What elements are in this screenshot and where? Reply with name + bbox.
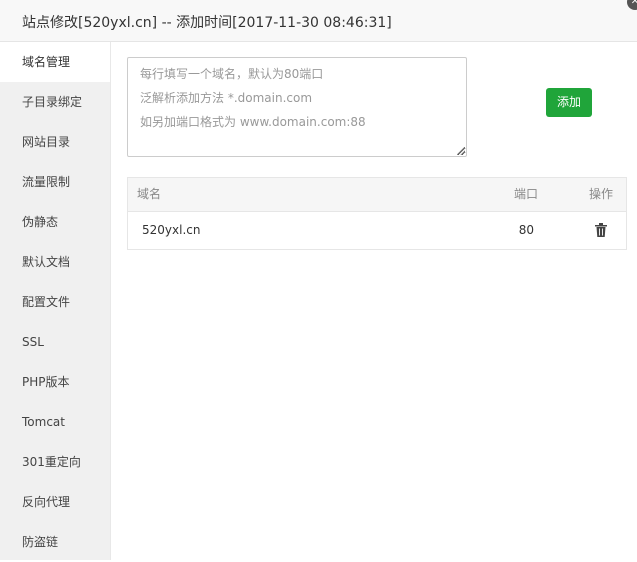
sidebar-item-label: 域名管理 <box>22 55 71 69</box>
sidebar-item-label: 防盗链 <box>22 535 59 549</box>
sidebar-item-label: SSL <box>22 335 44 349</box>
sidebar-item-label: 反向代理 <box>22 495 71 509</box>
sidebar-item-label: 网站目录 <box>22 135 71 149</box>
close-icon[interactable]: ✕ <box>627 0 637 10</box>
sidebar-item-label: 伪静态 <box>22 215 59 229</box>
sidebar-item-tomcat[interactable]: Tomcat <box>0 402 110 442</box>
sidebar-item-label: 子目录绑定 <box>22 95 83 109</box>
resize-grip-icon[interactable] <box>457 147 465 155</box>
trash-icon[interactable] <box>595 223 607 237</box>
domain-hint-line: 如另加端口格式为 www.domain.com:88 <box>140 115 366 129</box>
domain-table: 域名 端口 操作 520yxl.cn 80 <box>127 177 627 250</box>
sidebar-item-reverse-proxy[interactable]: 反向代理 <box>0 482 110 522</box>
sidebar-item-label: 默认文档 <box>22 255 71 269</box>
sidebar-item-php-version[interactable]: PHP版本 <box>0 362 110 402</box>
port-cell: 80 <box>518 223 534 237</box>
sidebar-item-label: 301重定向 <box>22 455 81 469</box>
sidebar-item-domain-management[interactable]: 域名管理 <box>0 42 110 82</box>
domain-hint-line: 每行填写一个域名，默认为80端口 <box>140 67 324 81</box>
column-header-port: 端口 <box>513 187 538 201</box>
sidebar-nav: 域名管理 子目录绑定 网站目录 流量限制 伪静态 默认文档 配置文件 SSL P… <box>0 42 111 560</box>
domain-cell: 520yxl.cn <box>142 223 201 237</box>
dialog-title: 站点修改[520yxl.cn] -- 添加时间[2017-11-30 08:46… <box>22 15 392 31</box>
sidebar-item-traffic-limit[interactable]: 流量限制 <box>0 162 110 202</box>
dialog-titlebar: 站点修改[520yxl.cn] -- 添加时间[2017-11-30 08:46… <box>0 0 637 42</box>
sidebar-item-default-document[interactable]: 默认文档 <box>0 242 110 282</box>
sidebar-item-label: Tomcat <box>22 415 65 429</box>
sidebar-item-label: PHP版本 <box>22 375 70 389</box>
sidebar-item-hotlink-protection[interactable]: 防盗链 <box>0 522 110 562</box>
table-row: 520yxl.cn 80 <box>128 212 626 249</box>
sidebar-item-site-directory[interactable]: 网站目录 <box>0 122 110 162</box>
domain-textarea[interactable]: 每行填写一个域名，默认为80端口 泛解析添加方法 *.domain.com 如另… <box>127 57 467 157</box>
sidebar-item-301-redirect[interactable]: 301重定向 <box>0 442 110 482</box>
domain-hint-line: 泛解析添加方法 *.domain.com <box>140 91 313 105</box>
sidebar-item-subdirectory-binding[interactable]: 子目录绑定 <box>0 82 110 122</box>
sidebar-item-config-file[interactable]: 配置文件 <box>0 282 110 322</box>
sidebar-item-label: 配置文件 <box>22 295 71 309</box>
sidebar-item-ssl[interactable]: SSL <box>0 322 110 362</box>
table-header: 域名 端口 操作 <box>128 178 626 212</box>
column-header-domain: 域名 <box>137 187 162 201</box>
sidebar-item-label: 流量限制 <box>22 175 71 189</box>
column-header-action: 操作 <box>588 187 613 201</box>
sidebar-item-rewrite[interactable]: 伪静态 <box>0 202 110 242</box>
add-domain-button[interactable]: 添加 <box>546 88 592 117</box>
